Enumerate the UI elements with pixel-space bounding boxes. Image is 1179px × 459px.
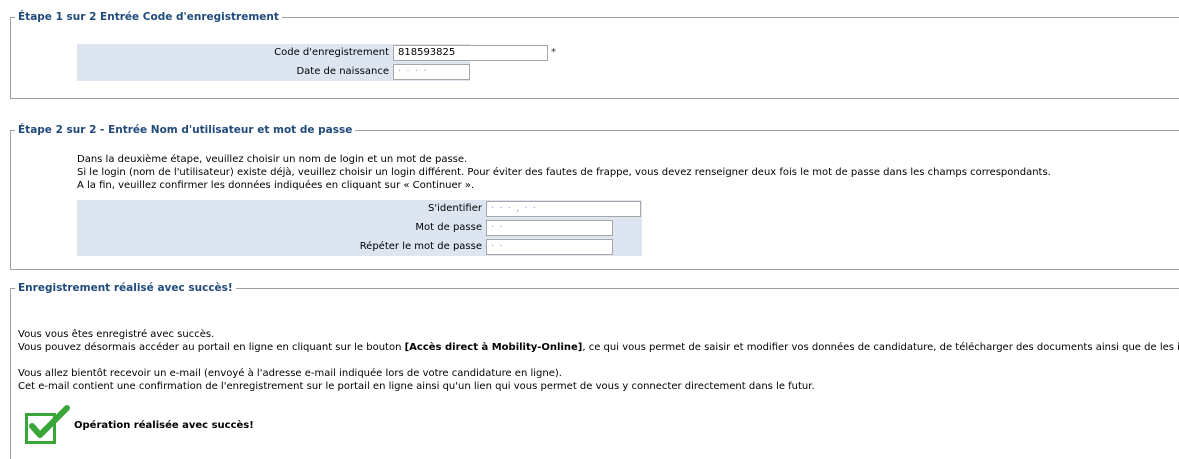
success-legend: Enregistrement réalisé avec succès! xyxy=(18,282,233,294)
code-input[interactable]: 818593825 xyxy=(393,45,548,61)
success-line3: Vous allez bientôt recevoir un e-mail (e… xyxy=(18,368,562,379)
repeat-password-input[interactable]: · · xyxy=(486,239,613,255)
success-line2-pre: Vous pouvez désormais accéder au portail… xyxy=(18,342,405,353)
step1-legend: Étape 1 sur 2 Entrée Code d'enregistreme… xyxy=(18,11,279,23)
password-label: Mot de passe xyxy=(415,222,482,233)
login-label: S'identifier xyxy=(428,203,482,214)
step2-intro-line3: A la fin, veuillez confirmer les données… xyxy=(77,180,475,191)
birth-input[interactable]: · · · · xyxy=(393,64,470,80)
password-input[interactable]: · · xyxy=(486,220,613,236)
success-line2: Vous pouvez désormais accéder au portail… xyxy=(18,342,1179,354)
success-line2-post: , ce qui vous permet de saisir et modifi… xyxy=(582,342,1179,353)
birth-label: Date de naissance xyxy=(296,66,389,77)
success-confirm-text: Opération réalisée avec succès! xyxy=(74,420,254,431)
code-label: Code d'enregistrement xyxy=(274,47,389,58)
direct-access-reference: [Accès direct à Mobility-Online] xyxy=(404,342,583,353)
step2-intro-line2: Si le login (nom de l'utilisateur) exist… xyxy=(77,167,1051,178)
step2-legend: Étape 2 sur 2 - Entrée Nom d'utilisateur… xyxy=(18,124,353,136)
login-input[interactable]: · · · , · · xyxy=(486,201,641,217)
repeat-label: Répéter le mot de passe xyxy=(359,241,482,252)
required-mark: * xyxy=(551,47,556,58)
success-line4: Cet e-mail contient une confirmation de … xyxy=(18,381,815,392)
checkmark-icon xyxy=(25,405,71,445)
step2-intro-line1: Dans la deuxième étape, veuillez choisir… xyxy=(77,154,468,165)
success-line1: Vous vous êtes enregistré avec succès. xyxy=(18,329,215,340)
